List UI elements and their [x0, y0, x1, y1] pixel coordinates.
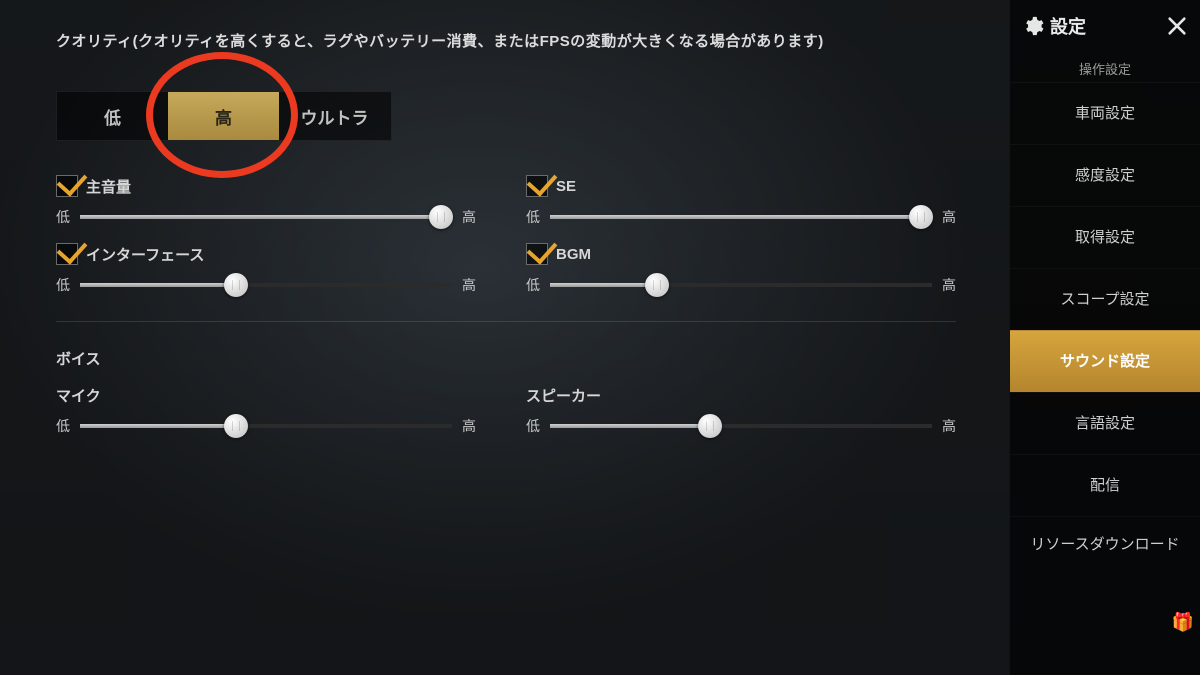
sidebar-item-controls[interactable]: 操作設定 — [1010, 52, 1200, 82]
interface-checkbox[interactable] — [56, 243, 78, 265]
slider-high-label: 高 — [942, 416, 956, 436]
settings-screen: クオリティ(クオリティを高くすると、ラグやバッテリー消費、またはFPSの変動が大… — [0, 0, 1200, 675]
slider-high-label: 高 — [462, 275, 476, 295]
sound-settings-panel: クオリティ(クオリティを高くすると、ラグやバッテリー消費、またはFPSの変動が大… — [0, 0, 1010, 675]
sidebar-item-resource[interactable]: リソースダウンロード — [1010, 516, 1200, 572]
speaker-slider[interactable] — [550, 421, 932, 431]
slider-low-label: 低 — [56, 275, 70, 295]
interface-slider[interactable] — [80, 280, 452, 290]
quality-option-ultra[interactable]: ウルトラ — [279, 92, 390, 140]
speaker-label: スピーカー — [526, 385, 601, 406]
slider-low-label: 低 — [526, 275, 540, 295]
master-volume-checkbox[interactable] — [56, 175, 78, 197]
quality-segmented-control: 低 高 ウルトラ — [56, 91, 392, 141]
se-checkbox[interactable] — [526, 175, 548, 197]
master-volume-slider[interactable] — [80, 212, 452, 222]
slider-low-label: 低 — [56, 416, 70, 436]
sidebar-item-sensitivity[interactable]: 感度設定 — [1010, 144, 1200, 206]
slider-high-label: 高 — [942, 207, 956, 227]
mic-slider[interactable] — [80, 421, 452, 431]
sidebar-item-stream[interactable]: 配信 — [1010, 454, 1200, 516]
bgm-checkbox[interactable] — [526, 243, 548, 265]
interface-label: インターフェース — [86, 244, 204, 265]
se-label: SE — [556, 178, 576, 195]
sidebar-item-vehicle[interactable]: 車両設定 — [1010, 82, 1200, 144]
slider-low-label: 低 — [526, 207, 540, 227]
sliders-grid: 主音量 低 高 SE 低 — [56, 175, 960, 436]
bgm-slider[interactable] — [550, 280, 932, 290]
sidebar-list: 操作設定 車両設定 感度設定 取得設定 スコープ設定 サウンド設定 言語設定 配… — [1010, 52, 1200, 675]
speaker-block: スピーカー 低 高 — [526, 385, 956, 436]
se-slider[interactable] — [550, 212, 932, 222]
slider-low-label: 低 — [526, 416, 540, 436]
bgm-label: BGM — [556, 246, 591, 263]
interface-block: インターフェース 低 高 — [56, 243, 476, 295]
slider-high-label: 高 — [462, 416, 476, 436]
slider-high-label: 高 — [462, 207, 476, 227]
slider-high-label: 高 — [942, 275, 956, 295]
close-icon[interactable] — [1166, 15, 1188, 37]
divider — [56, 321, 956, 322]
sidebar-header: 設定 — [1010, 0, 1200, 52]
quality-option-low[interactable]: 低 — [57, 92, 168, 140]
sidebar-item-sound[interactable]: サウンド設定 — [1010, 330, 1200, 392]
settings-sidebar: 設定 操作設定 車両設定 感度設定 取得設定 スコープ設定 サウンド設定 言語設… — [1009, 0, 1200, 675]
gift-icon[interactable]: 🎁 — [1172, 612, 1194, 633]
master-volume-label: 主音量 — [86, 176, 131, 197]
quality-option-high[interactable]: 高 — [168, 92, 279, 140]
slider-low-label: 低 — [56, 207, 70, 227]
mic-block: マイク 低 高 — [56, 385, 476, 436]
voice-heading: ボイス — [56, 348, 476, 369]
sidebar-item-pickup[interactable]: 取得設定 — [1010, 206, 1200, 268]
sidebar-title: 設定 — [1050, 13, 1086, 39]
sidebar-item-scope[interactable]: スコープ設定 — [1010, 268, 1200, 330]
se-block: SE 低 高 — [526, 175, 956, 227]
gear-icon — [1022, 15, 1044, 37]
mic-label: マイク — [56, 385, 101, 406]
bgm-block: BGM 低 高 — [526, 243, 956, 295]
sidebar-item-language[interactable]: 言語設定 — [1010, 392, 1200, 454]
quality-note: クオリティ(クオリティを高くすると、ラグやバッテリー消費、またはFPSの変動が大… — [56, 30, 960, 51]
master-volume-block: 主音量 低 高 — [56, 175, 476, 227]
